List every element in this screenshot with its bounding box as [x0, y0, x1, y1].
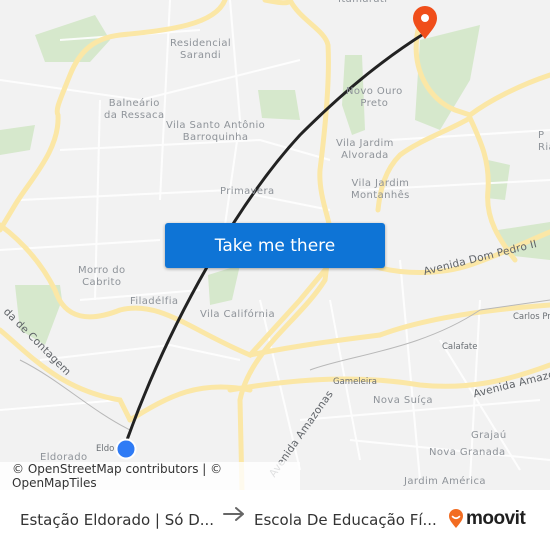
origin-marker[interactable]	[115, 438, 137, 460]
neighborhood-label: Residencial Sarandi	[170, 38, 232, 61]
map-attribution[interactable]: © OpenStreetMap contributors | © OpenMap…	[0, 462, 300, 490]
moovit-pin-icon	[449, 509, 463, 528]
destination-name: Escola De Educação Fí...	[254, 511, 437, 529]
station-label: Calafate	[442, 342, 478, 352]
neighborhood-label: Nova Granada	[429, 447, 506, 458]
neighborhood-label: Nova Suíça	[373, 395, 433, 406]
neighborhood-label: PRia	[538, 130, 550, 153]
take-me-there-button[interactable]: Take me there	[165, 223, 385, 268]
route-footer: Estação Eldorado | Só D... Escola De Edu…	[0, 490, 550, 550]
station-label: Carlos Pr	[513, 312, 550, 322]
map[interactable]: Residencial Sarandi Balneário da Ressaca V…	[0, 0, 550, 490]
neighborhood-label: Itamarati	[338, 0, 387, 6]
neighborhood-label: Vila Jardim Alvorada	[336, 138, 394, 161]
origin-name: Estação Eldorado | Só D...	[20, 511, 215, 529]
neighborhood-label: Balneário da Ressaca	[104, 98, 165, 121]
arrow-right-icon	[223, 507, 244, 521]
neighborhood-label: Primavera	[220, 186, 275, 197]
moovit-wordmark: moovit	[466, 508, 526, 529]
park-areas	[0, 15, 550, 345]
neighborhood-label: Vila Jardim Montanhês	[351, 178, 410, 201]
moovit-logo[interactable]: moovit	[448, 508, 526, 530]
neighborhood-label: Jardim América	[404, 476, 486, 487]
neighborhood-label: Morro do Cabrito	[78, 265, 126, 288]
neighborhood-label: Grajaú	[471, 430, 507, 441]
neighborhood-label: Vila Santo Antônio Barroquinha	[166, 120, 266, 143]
neighborhood-label: Filadélfia	[130, 296, 179, 307]
neighborhood-label: Novo Ouro Preto	[346, 86, 403, 109]
station-label: Eldo	[96, 444, 115, 454]
station-label: Gameleira	[333, 377, 377, 387]
neighborhood-label: Vila Califórnia	[200, 309, 275, 320]
